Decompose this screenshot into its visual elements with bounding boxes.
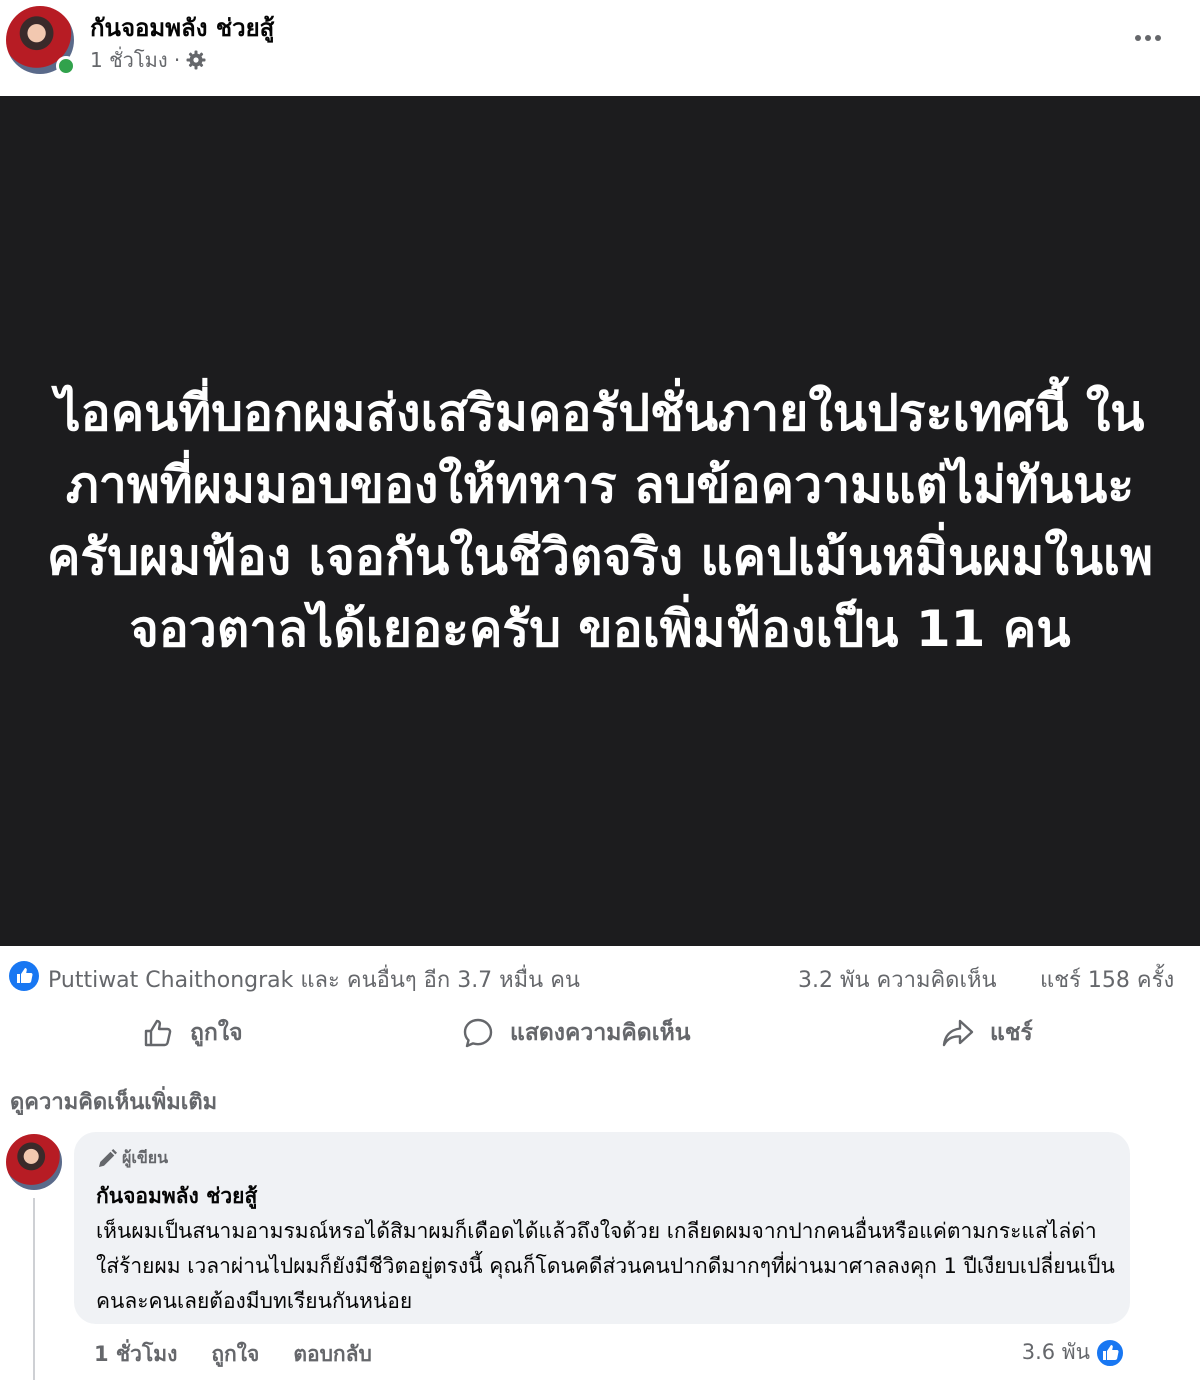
view-more-comments-link[interactable]: ดูความคิดเห็นเพิ่มเติม (10, 1084, 217, 1119)
share-count[interactable]: แชร์ 158 ครั้ง (1040, 962, 1174, 997)
post-action-bar: ถูกใจ แสดงความคิดเห็น แชร์ (0, 1010, 1200, 1056)
comment-like-reaction-icon (1095, 1337, 1125, 1368)
author-badge: ผู้เขียน (96, 1146, 168, 1171)
pencil-icon (99, 1148, 117, 1167)
comment-button[interactable]: แสดงความคิดเห็น (460, 1010, 690, 1056)
post-stats: Puttiwat Chaithongrak และ คนอื่นๆ อีก 3.… (0, 958, 1200, 998)
comment-count[interactable]: 3.2 พัน ความคิดเห็น (798, 962, 997, 997)
like-button[interactable]: ถูกใจ (140, 1010, 243, 1056)
comment-actions: 1 ชั่วโมง ถูกใจ ตอบกลับ (94, 1338, 372, 1371)
comment-thread-line (33, 1198, 35, 1380)
author-badge-label: ผู้เขียน (122, 1148, 169, 1167)
post-timestamp[interactable]: 1 ชั่วโมง · (90, 44, 180, 76)
reactors-summary[interactable]: Puttiwat Chaithongrak และ คนอื่นๆ อีก 3.… (48, 962, 580, 997)
post-meta: 1 ชั่วโมง · (90, 44, 206, 76)
like-button-label: ถูกใจ (190, 1020, 243, 1046)
privacy-gear-icon[interactable] (186, 50, 206, 70)
share-arrow-icon (942, 1019, 974, 1047)
thumbs-up-icon (144, 1019, 172, 1047)
share-button[interactable]: แชร์ (940, 1010, 1033, 1056)
comment-timestamp[interactable]: 1 ชั่วโมง (94, 1338, 177, 1371)
comment-reaction-count: 3.6 พัน (1021, 1340, 1090, 1364)
comment-reply-button[interactable]: ตอบกลับ (293, 1338, 372, 1371)
comment-author-name[interactable]: กันจอมพลัง ช่วยสู้ (96, 1180, 257, 1213)
comment-like-button[interactable]: ถูกใจ (211, 1338, 259, 1371)
post-header: กันจอมพลัง ช่วยสู้ 1 ชั่วโมง · (0, 0, 1200, 96)
comment-text: เห็นผมเป็นสนามอามรมณ์หรอได้สิมาผมก็เดือด… (96, 1219, 1115, 1313)
comment-bubble: ผู้เขียน กันจอมพลัง ช่วยสู้ เห็นผมเป็นสน… (74, 1132, 1130, 1324)
comment-author-avatar[interactable] (6, 1134, 62, 1190)
online-status-icon (56, 56, 76, 76)
share-button-label: แชร์ (990, 1020, 1033, 1046)
comment-button-label: แสดงความคิดเห็น (510, 1020, 691, 1046)
more-options-icon[interactable] (1130, 26, 1166, 50)
post-text-image[interactable]: ไอคนที่บอกผมส่งเสริมคอรัปชั่นภายในประเทศ… (0, 96, 1200, 946)
comment-reactions[interactable]: 3.6 พัน (1022, 1336, 1126, 1369)
comment-bubble-icon (463, 1018, 493, 1048)
post-author-name[interactable]: กันจอมพลัง ช่วยสู้ (90, 8, 274, 47)
post-text: ไอคนที่บอกผมส่งเสริมคอรัปชั่นภายในประเทศ… (46, 384, 1154, 658)
like-reaction-icon[interactable] (8, 960, 40, 992)
